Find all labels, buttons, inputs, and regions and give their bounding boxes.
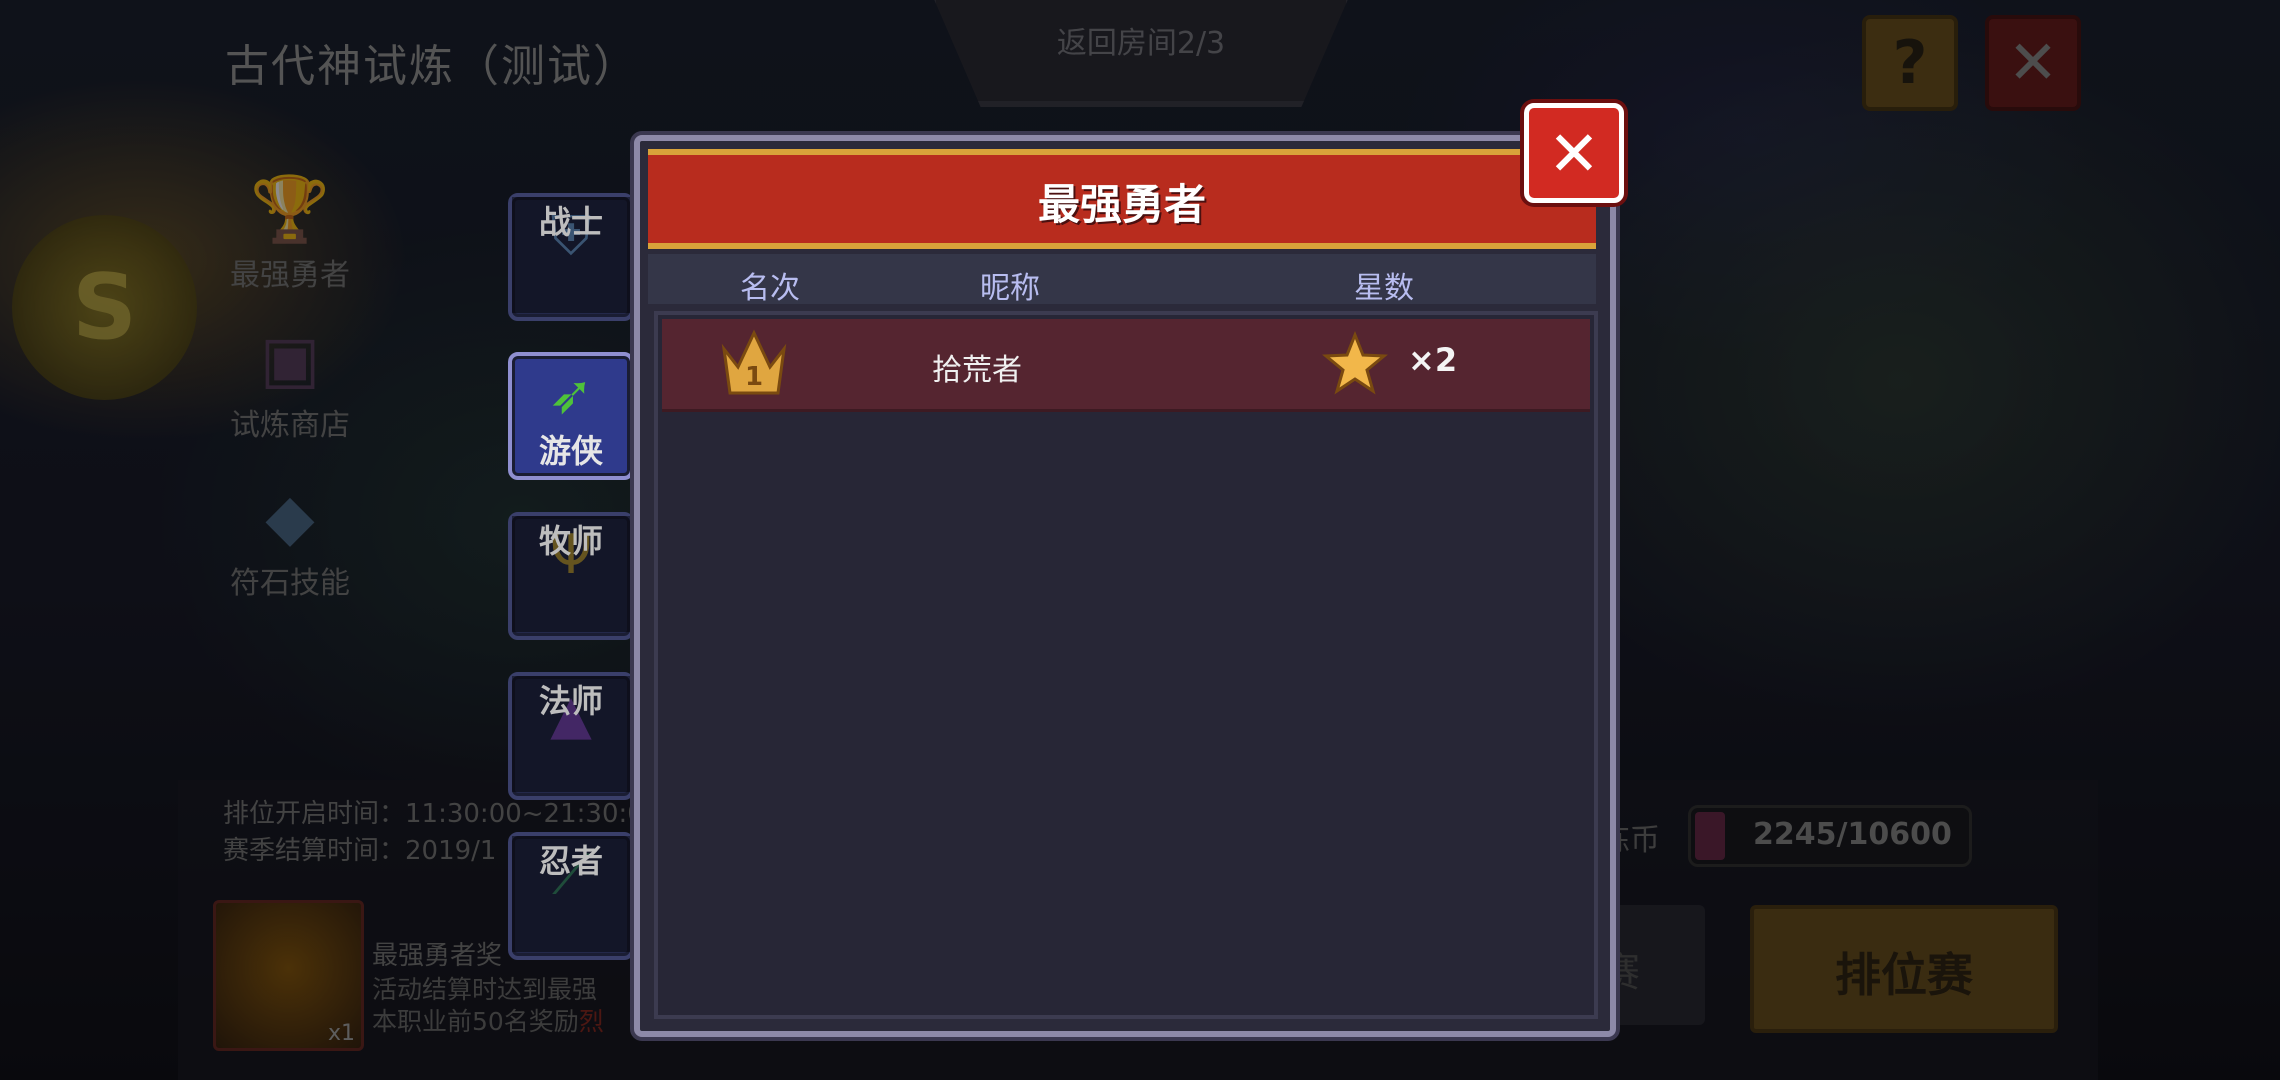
tab-ranger[interactable]: ➶ 游侠 bbox=[508, 352, 634, 480]
player-name: 拾荒者 bbox=[932, 353, 1022, 388]
column-stars: 星数 bbox=[1354, 271, 1414, 306]
modal-title: 最强勇者 bbox=[1037, 180, 1206, 229]
table-row[interactable]: 1 拾荒者 ×2 bbox=[662, 319, 1590, 412]
column-rank: 名次 bbox=[740, 271, 800, 306]
leaderboard-list[interactable]: 1 拾荒者 ×2 bbox=[654, 311, 1598, 1019]
leaderboard-modal: 最强勇者 名次 昵称 星数 1 拾荒者 ×2 bbox=[634, 135, 1616, 1037]
tab-ninja[interactable]: ⟋ 忍者 bbox=[508, 832, 634, 960]
modal-close-button[interactable]: ✕ bbox=[1524, 103, 1624, 203]
tab-warrior[interactable]: ⛨ 战士 bbox=[508, 193, 634, 321]
star-count: ×2 bbox=[1408, 341, 1458, 379]
modal-header: 最强勇者 bbox=[648, 149, 1596, 249]
bow-icon: ➶ bbox=[548, 363, 594, 426]
tab-mage[interactable]: ▲ 法师 bbox=[508, 672, 634, 800]
tab-label: 游侠 bbox=[538, 432, 603, 470]
tab-priest[interactable]: Ψ 牧师 bbox=[508, 512, 634, 640]
tab-label: 忍者 bbox=[512, 836, 630, 952]
tab-label: 牧师 bbox=[512, 516, 630, 632]
tab-label: 法师 bbox=[512, 676, 630, 792]
column-nickname: 昵称 bbox=[980, 271, 1040, 306]
rank-number: 1 bbox=[745, 362, 763, 392]
crown-icon: 1 bbox=[721, 329, 787, 395]
tab-label: 战士 bbox=[512, 197, 630, 313]
close-icon: ✕ bbox=[1548, 116, 1600, 190]
star-icon bbox=[1322, 331, 1388, 395]
